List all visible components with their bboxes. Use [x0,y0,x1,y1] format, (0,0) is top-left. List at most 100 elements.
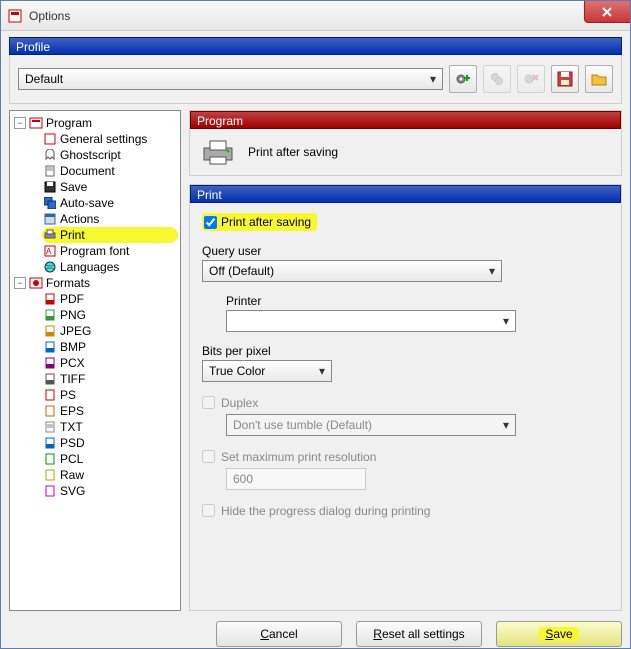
dialog-buttons: Cancel Reset all settings Save [9,611,622,647]
bits-value: True Color [209,364,265,378]
bits-label: Bits per pixel [202,344,609,358]
tree-program[interactable]: − Program [14,115,178,131]
page-icon [42,164,58,178]
svg-text:A: A [46,247,52,256]
tree-item-jpeg[interactable]: JPEG [42,323,178,339]
ps-icon [42,388,58,402]
tree-item-eps[interactable]: EPS [42,403,178,419]
delete-profile-button [517,65,545,93]
tree-item-bmp[interactable]: BMP [42,339,178,355]
font-icon: A [42,244,58,258]
floppy-icon [42,180,58,194]
svg-icon [42,484,58,498]
globe-icon [42,260,58,274]
maxres-row: Set maximum print resolution [202,450,609,464]
printer-icon [42,228,58,242]
gear-plus-icon [455,71,471,87]
pcx-icon [42,356,58,370]
folder-icon [591,71,607,87]
hide-progress-row: Hide the progress dialog during printing [202,504,609,518]
collapse-icon[interactable]: − [14,277,26,289]
floppies-icon [42,196,58,210]
printer-label: Printer [226,294,609,308]
print-section: Print Print after saving Query user Off … [189,184,622,611]
print-after-saving-check[interactable]: Print after saving [202,213,317,231]
tree-item-tiff[interactable]: TIFF [42,371,178,387]
reset-button[interactable]: Reset all settings [356,621,482,647]
profile-header: Profile [9,37,622,55]
psd-icon [42,436,58,450]
copy-gear-icon [489,71,505,87]
tree-item-txt[interactable]: TXT [42,419,178,435]
app-icon [7,8,23,24]
maxres-checkbox [202,450,215,463]
tree-item-ps[interactable]: PS [42,387,178,403]
window-icon [42,212,58,226]
tree-item-languages[interactable]: Languages [42,259,178,275]
nav-tree[interactable]: − Program General settings Ghostscript D… [9,110,181,611]
bits-select[interactable]: True Color [202,360,332,382]
hide-progress-label: Hide the progress dialog during printing [221,504,430,518]
tree-formats[interactable]: − Formats [14,275,178,291]
tree-item-auto-save[interactable]: Auto-save [42,195,178,211]
duplex-checkbox [202,396,215,409]
print-section-header: Print [190,185,621,203]
window-title: Options [29,9,70,23]
pdf-icon [42,292,58,306]
pcl-icon [42,452,58,466]
txt-icon [42,420,58,434]
hide-progress-checkbox [202,504,215,517]
query-user-value: Off (Default) [209,264,274,278]
ghost-icon [42,148,58,162]
query-user-select[interactable]: Off (Default) [202,260,502,282]
copy-profile-button [483,65,511,93]
tree-item-print[interactable]: Print [42,227,178,243]
tree-item-pdf[interactable]: PDF [42,291,178,307]
tree-item-document[interactable]: Document [42,163,178,179]
open-profile-button[interactable] [585,65,613,93]
tree-item-svg[interactable]: SVG [42,483,178,499]
program-section-header: Program [190,111,621,129]
maxres-field: 600 [226,468,366,490]
duplex-row: Duplex [202,396,609,410]
raw-icon [42,468,58,482]
tree-item-raw[interactable]: Raw [42,467,178,483]
program-icon [28,116,44,130]
duplex-label: Duplex [221,396,258,410]
floppy-icon [557,71,573,87]
tree-item-ghostscript[interactable]: Ghostscript [42,147,178,163]
close-icon [602,7,614,17]
program-section: Program Print after saving [189,110,622,176]
profile-section: Profile Default [9,37,622,104]
profile-select-value: Default [25,72,63,86]
tree-item-general-settings[interactable]: General settings [42,131,178,147]
tree-item-pcl[interactable]: PCL [42,451,178,467]
add-profile-button[interactable] [449,65,477,93]
tree-item-actions[interactable]: Actions [42,211,178,227]
query-user-label: Query user [202,244,609,258]
bmp-icon [42,340,58,354]
duplex-value: Don't use tumble (Default) [233,418,372,432]
save-button[interactable]: Save [496,621,622,647]
gear-x-icon [523,71,539,87]
formats-icon [28,276,44,290]
print-after-saving-label: Print after saving [221,215,311,229]
eps-icon [42,404,58,418]
titlebar: Options [1,1,630,31]
tree-item-save[interactable]: Save [42,179,178,195]
png-icon [42,308,58,322]
cancel-button[interactable]: Cancel [216,621,342,647]
tree-item-psd[interactable]: PSD [42,435,178,451]
jpeg-icon [42,324,58,338]
save-profile-button[interactable] [551,65,579,93]
tree-item-program-font[interactable]: AProgram font [42,243,178,259]
collapse-icon[interactable]: − [14,117,26,129]
printer-select[interactable] [226,310,516,332]
print-after-saving-checkbox[interactable] [204,216,217,229]
close-button[interactable] [584,1,630,23]
tiff-icon [42,372,58,386]
tree-item-png[interactable]: PNG [42,307,178,323]
tree-item-pcx[interactable]: PCX [42,355,178,371]
profile-select[interactable]: Default [18,68,443,90]
program-section-title: Print after saving [248,145,338,159]
